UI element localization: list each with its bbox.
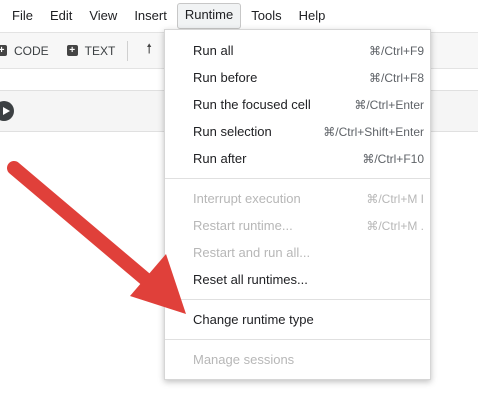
menu-divider xyxy=(165,178,430,179)
menu-item-label: Reset all runtimes... xyxy=(193,272,308,287)
menu-insert[interactable]: Insert xyxy=(127,4,174,28)
menu-item-shortcut: ⌘/Ctrl+F8 xyxy=(368,70,424,85)
menu-item-label: Run all xyxy=(193,43,234,58)
menu-divider xyxy=(165,339,430,340)
menu-item-label: Run selection xyxy=(193,124,272,139)
menu-item-interrupt-execution[interactable]: Interrupt execution ⌘/Ctrl+M I xyxy=(165,185,430,212)
menu-item-run-all[interactable]: Run all ⌘/Ctrl+F9 xyxy=(165,37,430,64)
move-cell-up-button[interactable]: 🠕 xyxy=(146,40,152,62)
menu-item-run-selection[interactable]: Run selection ⌘/Ctrl+Shift+Enter xyxy=(165,118,430,145)
runtime-dropdown-menu: Run all ⌘/Ctrl+F9 Run before ⌘/Ctrl+F8 R… xyxy=(164,29,431,380)
menu-item-shortcut: ⌘/Ctrl+F9 xyxy=(368,43,424,58)
menu-item-restart-runtime[interactable]: Restart runtime... ⌘/Ctrl+M . xyxy=(165,212,430,239)
menu-item-shortcut: ⌘/Ctrl+Shift+Enter xyxy=(323,124,424,139)
menu-item-label: Change runtime type xyxy=(193,312,314,327)
arrow-up-icon: 🠕 xyxy=(146,40,152,56)
menu-item-shortcut: ⌘/Ctrl+M I xyxy=(366,191,424,206)
menu-item-label: Run before xyxy=(193,70,258,85)
menu-item-manage-sessions[interactable]: Manage sessions xyxy=(165,346,430,373)
plus-square-icon: + xyxy=(66,45,78,56)
menu-runtime[interactable]: Runtime xyxy=(176,3,242,29)
menu-item-change-runtime-type[interactable]: Change runtime type xyxy=(165,306,430,333)
menu-item-label: Run the focused cell xyxy=(193,97,311,112)
arrow-shaft xyxy=(7,161,157,290)
menu-help[interactable]: Help xyxy=(292,4,333,28)
menu-item-shortcut: ⌘/Ctrl+M . xyxy=(366,218,424,233)
menu-bar: File Edit View Insert Runtime Tools Help xyxy=(0,0,478,32)
add-code-button[interactable]: + CODE xyxy=(0,44,49,58)
menu-item-label: Run after xyxy=(193,151,247,166)
menu-item-run-after[interactable]: Run after ⌘/Ctrl+F10 xyxy=(165,145,430,172)
menu-item-label: Restart runtime... xyxy=(193,218,293,233)
menu-item-label: Restart and run all... xyxy=(193,245,311,260)
menu-divider xyxy=(165,299,430,300)
menu-item-run-focused-cell[interactable]: Run the focused cell ⌘/Ctrl+Enter xyxy=(165,91,430,118)
menu-item-restart-and-run-all[interactable]: Restart and run all... xyxy=(165,239,430,266)
run-cell-button[interactable] xyxy=(0,101,14,121)
plus-square-icon: + xyxy=(0,45,7,56)
menu-file[interactable]: File xyxy=(5,4,40,28)
menu-edit[interactable]: Edit xyxy=(43,4,79,28)
menu-item-label: Manage sessions xyxy=(193,352,295,367)
add-text-button[interactable]: + TEXT xyxy=(66,43,116,58)
menu-item-run-before[interactable]: Run before ⌘/Ctrl+F8 xyxy=(165,64,430,91)
menu-item-shortcut: ⌘/Ctrl+F10 xyxy=(362,151,424,166)
toolbar-divider xyxy=(127,40,129,61)
add-code-label: CODE xyxy=(14,43,49,58)
add-text-label: TEXT xyxy=(84,43,116,58)
menu-item-reset-all-runtimes[interactable]: Reset all runtimes... xyxy=(165,266,430,293)
menu-view[interactable]: View xyxy=(82,4,124,28)
menu-tools[interactable]: Tools xyxy=(244,4,288,28)
menu-item-label: Interrupt execution xyxy=(193,191,301,206)
menu-item-shortcut: ⌘/Ctrl+Enter xyxy=(354,97,424,112)
